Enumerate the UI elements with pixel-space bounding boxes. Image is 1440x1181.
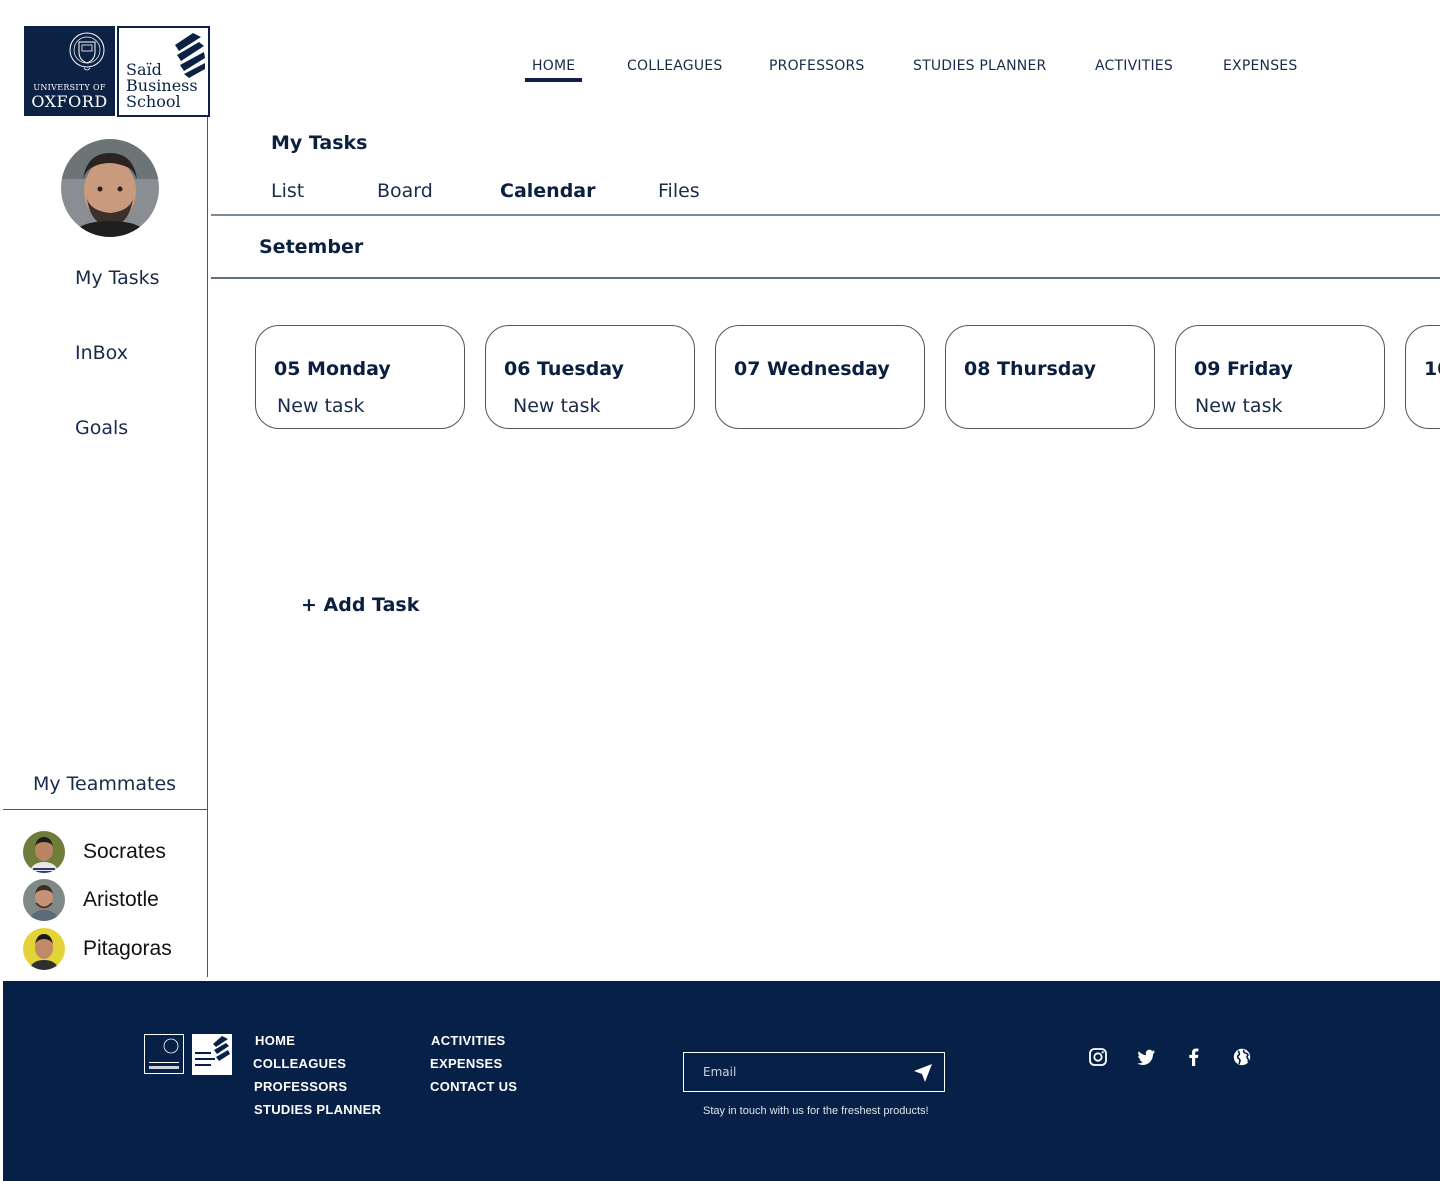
footer-link-home[interactable]: HOME — [255, 1033, 295, 1048]
tab-list[interactable]: List — [271, 180, 304, 202]
footer: HOME COLLEAGUES PROFESSORS STUDIES PLANN… — [3, 981, 1440, 1181]
sidebar-divider — [207, 117, 208, 977]
add-task-button[interactable]: + Add Task — [301, 594, 419, 616]
twitter-icon[interactable] — [1136, 1047, 1156, 1067]
day-card[interactable]: 06 Tuesday New task — [485, 325, 695, 429]
nav-studies-planner[interactable]: STUDIES PLANNER — [913, 58, 1046, 74]
day-card[interactable]: 10 — [1405, 325, 1440, 429]
day-title: 09 Friday — [1194, 358, 1293, 380]
oxford-title: OXFORD — [31, 92, 108, 111]
footer-link-professors[interactable]: PROFESSORS — [254, 1079, 347, 1094]
day-card[interactable]: 08 Thursday — [945, 325, 1155, 429]
teammate-aristotle[interactable]: Aristotle — [23, 879, 159, 921]
day-title: 07 Wednesday — [734, 358, 890, 380]
teammate-name: Pitagoras — [83, 937, 172, 960]
send-icon[interactable] — [912, 1062, 934, 1084]
sidebar-item-goals[interactable]: Goals — [75, 417, 128, 439]
user-avatar[interactable] — [61, 139, 159, 237]
day-task[interactable]: New task — [277, 395, 364, 417]
day-task[interactable]: New task — [513, 395, 600, 417]
teammates-title: My Teammates — [33, 773, 177, 795]
nav-activities[interactable]: ACTIVITIES — [1095, 58, 1173, 74]
sidebar-item-inbox[interactable]: InBox — [75, 342, 128, 364]
footer-link-colleagues[interactable]: COLLEAGUES — [253, 1056, 346, 1071]
crest-icon — [69, 32, 105, 71]
sidebar-item-my-tasks[interactable]: My Tasks — [75, 267, 160, 289]
day-card[interactable]: 09 Friday New task — [1175, 325, 1385, 429]
day-card-clip: 10 — [1405, 325, 1440, 429]
nav-home[interactable]: HOME — [524, 58, 583, 82]
footer-link-studies-planner[interactable]: STUDIES PLANNER — [254, 1102, 381, 1117]
facebook-icon[interactable] — [1184, 1047, 1204, 1067]
page-title: My Tasks — [271, 132, 368, 154]
newsletter-tagline: Stay in touch with us for the freshest p… — [703, 1105, 929, 1117]
logo[interactable]: UNIVERSITY OF OXFORD Saïd Business Schoo… — [24, 26, 210, 117]
oxford-subtitle: UNIVERSITY OF — [33, 83, 106, 92]
teammate-avatar — [23, 831, 65, 873]
tab-calendar[interactable]: Calendar — [500, 180, 595, 202]
email-field[interactable] — [684, 1053, 904, 1091]
nav-professors[interactable]: PROFESSORS — [769, 58, 865, 74]
footer-link-expenses[interactable]: EXPENSES — [430, 1056, 502, 1071]
day-title: 05 Monday — [274, 358, 391, 380]
instagram-icon[interactable] — [1088, 1047, 1108, 1067]
said-logo: Saïd Business School — [117, 26, 210, 117]
tabs-divider — [211, 214, 1440, 216]
oxford-logo: UNIVERSITY OF OXFORD — [24, 26, 115, 116]
teammate-pitagoras[interactable]: Pitagoras — [23, 928, 172, 970]
day-card[interactable]: 07 Wednesday — [715, 325, 925, 429]
newsletter-form — [683, 1052, 945, 1092]
nav-expenses[interactable]: EXPENSES — [1223, 58, 1297, 74]
teammate-avatar — [23, 928, 65, 970]
footer-said-logo — [192, 1034, 232, 1075]
teammate-name: Socrates — [83, 840, 166, 863]
day-title: 10 — [1424, 358, 1440, 380]
footer-link-contact-us[interactable]: CONTACT US — [430, 1079, 517, 1094]
footer-oxford-logo — [144, 1034, 184, 1074]
day-card[interactable]: 05 Monday New task — [255, 325, 465, 429]
globe-icon[interactable] — [1232, 1047, 1252, 1067]
teammate-socrates[interactable]: Socrates — [23, 831, 166, 873]
month-label: Setember — [259, 236, 364, 258]
tab-files[interactable]: Files — [658, 180, 700, 202]
footer-logo[interactable] — [144, 1034, 232, 1075]
day-task[interactable]: New task — [1195, 395, 1282, 417]
month-divider — [211, 277, 1440, 279]
teammate-avatar — [23, 879, 65, 921]
day-title: 08 Thursday — [964, 358, 1096, 380]
said-line3: School — [126, 92, 181, 111]
teammates-divider — [3, 809, 207, 810]
nav-colleagues[interactable]: COLLEAGUES — [627, 58, 722, 74]
teammate-name: Aristotle — [83, 888, 159, 911]
day-title: 06 Tuesday — [504, 358, 624, 380]
footer-link-activities[interactable]: ACTIVITIES — [431, 1033, 506, 1048]
tab-board[interactable]: Board — [377, 180, 433, 202]
said-text: Saïd Business School — [126, 62, 198, 110]
